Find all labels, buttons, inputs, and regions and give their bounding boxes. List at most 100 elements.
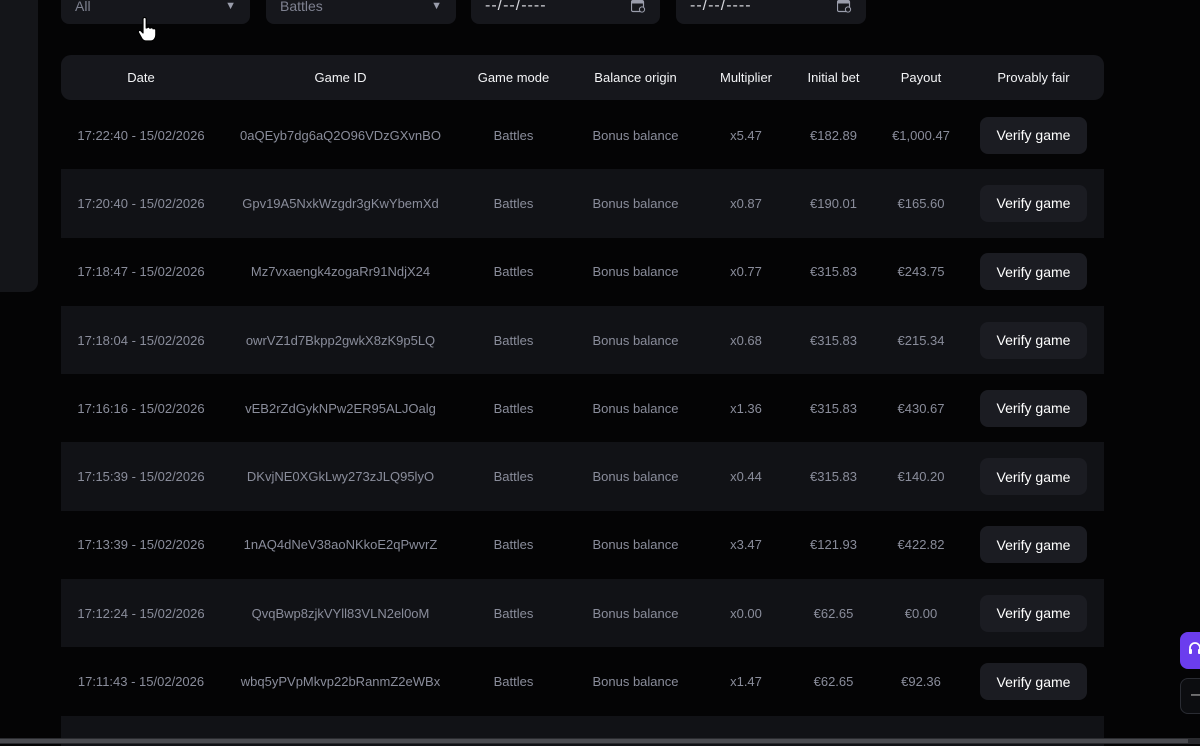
row-game-id: Mz7vxaengk4zogaRr91NdjX24	[250, 264, 431, 280]
caret-down-icon: ▼	[225, 0, 236, 12]
row-balance-origin: Bonus balance	[592, 264, 679, 280]
table-row: 17:13:39 - 15/02/2026 1nAQ4dNeV38aoNKkoE2…	[61, 510, 1104, 580]
row-date: 17:18:47 - 15/02/2026	[77, 264, 205, 280]
row-date: 17:13:39 - 15/02/2026	[77, 537, 205, 553]
date-to-value: --/--/----	[690, 0, 752, 14]
row-initial-bet: €62.65	[813, 674, 854, 690]
row-game-mode: Battles	[493, 127, 534, 143]
verify-game-button[interactable]: Verify game	[980, 458, 1087, 496]
verify-game-button[interactable]: Verify game	[980, 526, 1087, 564]
row-initial-bet: €315.83	[810, 332, 857, 348]
row-initial-bet: €315.83	[810, 400, 857, 416]
table-row: 17:16:16 - 15/02/2026 vEB2rZdGykNPw2ER95A…	[61, 374, 1104, 443]
hand-cursor-icon	[137, 17, 157, 42]
verify-game-button[interactable]: Verify game	[980, 389, 1087, 427]
table-row: 17:18:47 - 15/02/2026 Mz7vxaengk4zogaRr91…	[61, 237, 1104, 306]
row-game-id: vEB2rZdGykNPw2ER95ALJOalg	[245, 400, 436, 416]
row-game-mode: Battles	[493, 400, 534, 416]
verify-game-button[interactable]: Verify game	[980, 594, 1087, 632]
row-game-mode: Battles	[493, 674, 534, 690]
header-balance-origin: Balance origin	[594, 70, 677, 85]
row-multiplier: x0.44	[730, 469, 762, 485]
headset-icon	[1189, 642, 1200, 654]
header-multiplier: Multiplier	[719, 70, 772, 85]
row-game-id: Gpv19A5NxkWzgdr3gKwYbemXd	[242, 195, 439, 211]
row-payout: €92.36	[901, 674, 941, 690]
row-initial-bet: €121.93	[810, 537, 857, 553]
row-date: 17:16:16 - 15/02/2026	[77, 400, 205, 416]
calendar-icon[interactable]	[837, 0, 852, 13]
sidebar-panel	[0, 0, 38, 292]
row-payout: €430.67	[897, 400, 945, 416]
row-balance-origin: Bonus balance	[592, 469, 679, 485]
row-payout: €215.34	[897, 332, 945, 348]
header-date: Date	[127, 70, 155, 85]
row-game-id: 0aQEyb7dg6aQ2O96VDzGXvnBO	[240, 127, 441, 143]
row-payout: €140.20	[897, 469, 945, 485]
row-provably-fair: Verify game	[963, 321, 1104, 359]
table-row: 17:20:40 - 15/02/2026 Gpv19A5NxkWzgdr3gKw…	[61, 169, 1104, 238]
calendar-icon[interactable]	[631, 0, 646, 13]
row-game-mode: Battles	[493, 332, 534, 348]
row-date: 17:20:40 - 15/02/2026	[77, 195, 205, 211]
row-multiplier: x0.68	[730, 332, 762, 348]
table-row: 17:22:40 - 15/02/2026 0aQEyb7dg6aQ2O96VDz…	[61, 101, 1104, 170]
row-date: 17:22:40 - 15/02/2026	[77, 127, 205, 143]
row-provably-fair: Verify game	[963, 253, 1104, 291]
row-multiplier: x1.36	[730, 400, 762, 416]
row-game-mode: Battles	[493, 537, 534, 553]
verify-game-button[interactable]: Verify game	[980, 184, 1087, 222]
row-game-id: 1nAQ4dNeV38aoNKkoE2qPwvrZ	[243, 537, 438, 553]
scroll-top-button[interactable]: —	[1180, 678, 1200, 714]
verify-game-button[interactable]: Verify game	[980, 253, 1087, 291]
mode-filter-value: All	[75, 0, 91, 14]
row-balance-origin: Bonus balance	[592, 674, 679, 690]
row-game-id: wbq5yPVpMkvp22bRanmZ2eWBx	[240, 674, 441, 690]
table-row: 17:18:04 - 15/02/2026 owrVZ1d7Bkpp2gwkX8z…	[61, 305, 1104, 375]
row-provably-fair: Verify game	[963, 389, 1104, 427]
table-row: 17:11:43 - 15/02/2026 wbq5yPVpMkvp22bRanm…	[61, 647, 1104, 716]
horizontal-scrollbar[interactable]	[0, 738, 1200, 744]
row-initial-bet: €315.83	[810, 264, 857, 280]
game-filter-select[interactable]: Battles ▼	[266, 0, 456, 24]
table-row: 17:15:39 - 15/02/2026 DKvjNE0XGkLwy273zJL…	[61, 442, 1104, 511]
date-from-input[interactable]: --/--/----	[471, 0, 660, 24]
caret-down-icon: ▼	[431, 0, 442, 12]
header-game-id: Game ID	[314, 70, 367, 85]
row-balance-origin: Bonus balance	[592, 195, 679, 211]
row-payout: €0.00	[904, 605, 938, 621]
row-payout: €1,000.47	[892, 127, 950, 143]
row-payout: €422.82	[897, 537, 945, 553]
row-provably-fair: Verify game	[963, 458, 1104, 496]
row-game-id: QvqBwp8zjkVYll83VLN2el0oM	[251, 605, 430, 621]
row-provably-fair: Verify game	[963, 526, 1104, 564]
row-date: 17:18:04 - 15/02/2026	[77, 332, 205, 348]
date-from-value: --/--/----	[485, 0, 547, 14]
game-filter-value: Battles	[280, 0, 323, 14]
support-button[interactable]	[1180, 632, 1200, 669]
verify-game-button[interactable]: Verify game	[980, 116, 1087, 154]
row-multiplier: x0.77	[730, 264, 762, 280]
row-payout: €243.75	[897, 264, 945, 280]
row-initial-bet: €182.89	[810, 127, 857, 143]
header-payout: Payout	[900, 70, 942, 85]
row-provably-fair: Verify game	[963, 184, 1104, 222]
scrollbar-thumb[interactable]	[0, 739, 1188, 743]
arrow-icon: —	[1191, 686, 1200, 704]
row-game-id: owrVZ1d7Bkpp2gwkX8zK9p5LQ	[245, 332, 436, 348]
verify-game-button[interactable]: Verify game	[980, 321, 1087, 359]
verify-game-button[interactable]: Verify game	[980, 663, 1087, 701]
row-multiplier: x5.47	[730, 127, 762, 143]
row-multiplier: x3.47	[730, 537, 762, 553]
row-game-mode: Battles	[493, 469, 534, 485]
header-initial-bet: Initial bet	[807, 70, 860, 85]
row-multiplier: x0.00	[730, 605, 762, 621]
row-game-id: DKvjNE0XGkLwy273zJLQ95lyO	[246, 469, 435, 485]
row-balance-origin: Bonus balance	[592, 127, 679, 143]
date-to-input[interactable]: --/--/----	[676, 0, 866, 24]
row-date: 17:15:39 - 15/02/2026	[77, 469, 205, 485]
header-game-mode: Game mode	[477, 70, 550, 85]
game-history-table: Date Game ID Game mode Balance origin Mu…	[61, 55, 1104, 746]
row-game-mode: Battles	[493, 605, 534, 621]
row-provably-fair: Verify game	[963, 663, 1104, 701]
